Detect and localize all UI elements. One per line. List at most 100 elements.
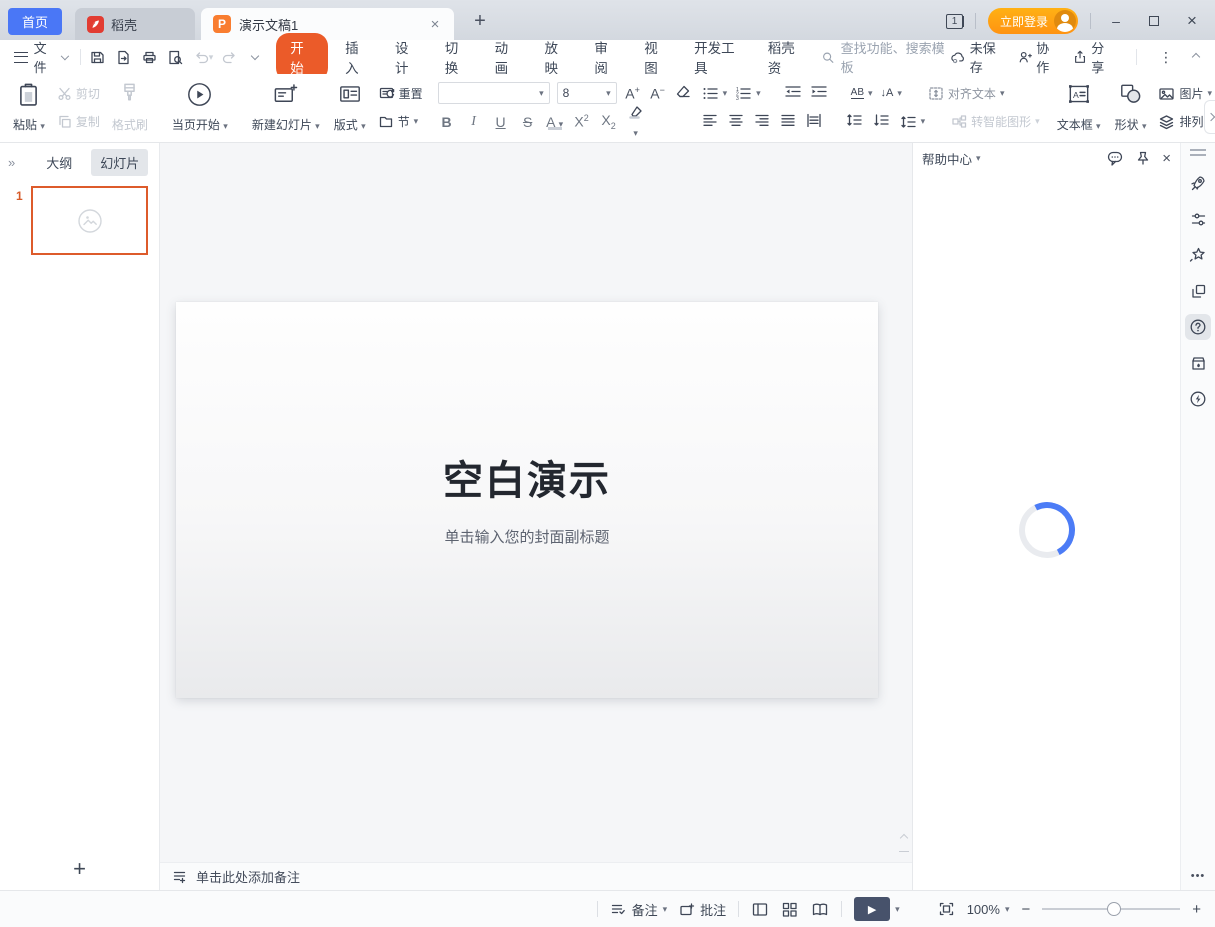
decrease-indent-button[interactable] (784, 84, 802, 102)
align-left-button[interactable] (702, 113, 718, 130)
tab-transition[interactable]: 切换 (432, 37, 482, 77)
layout-button[interactable]: 版式 ▾ (327, 77, 373, 138)
paste-button[interactable]: 粘贴 ▾ (6, 77, 52, 138)
bullet-list-button[interactable]: ▾ (702, 80, 728, 106)
redo-button[interactable] (222, 49, 238, 65)
tab-view[interactable]: 视图 (631, 37, 681, 77)
save-status[interactable]: 未保存 (950, 38, 1004, 76)
document-tab-close-icon[interactable]: × (426, 16, 444, 33)
more-tools-button[interactable]: ••• (1191, 870, 1206, 882)
text-direction-button[interactable]: AB ▾ (851, 80, 873, 106)
bold-button[interactable]: B (438, 114, 456, 130)
tab-developer[interactable]: 开发工具 (681, 37, 755, 77)
collapse-ribbon-button[interactable] (1188, 49, 1203, 65)
tab-design[interactable]: 设计 (382, 37, 432, 77)
more-menu-button[interactable]: ⋮ (1159, 49, 1174, 66)
quick-tools-button[interactable] (1185, 386, 1211, 412)
share-button[interactable]: 分享 (1073, 38, 1114, 76)
slideshow-button[interactable]: ▶ ▾ (854, 897, 900, 921)
align-center-button[interactable] (728, 113, 744, 130)
tab-slideshow[interactable]: 放映 (532, 37, 582, 77)
font-size-combo[interactable]: 8▾ (557, 82, 617, 104)
superscript-button[interactable]: X2 (573, 113, 591, 130)
special-features-button[interactable] (1185, 242, 1211, 268)
notes-toggle-button[interactable]: 备注 ▾ (610, 900, 668, 919)
decrease-font-button[interactable]: A− (649, 85, 667, 102)
login-button[interactable]: 立即登录 (988, 8, 1078, 34)
align-text-button[interactable]: 对齐文本 ▾ (928, 80, 1005, 106)
cut-button[interactable]: 剪切 (52, 80, 105, 106)
tab-slides[interactable]: 幻灯片 (91, 149, 148, 176)
slide[interactable]: 空白演示 单击输入您的封面副标题 (176, 302, 878, 698)
search-field[interactable]: 查找功能、搜索模板 (821, 38, 950, 76)
customize-toolbar-button[interactable] (247, 53, 262, 61)
docer-tab[interactable]: 稻壳 (75, 8, 195, 40)
subscript-button[interactable]: X2 (600, 112, 618, 131)
shapes-button[interactable]: 形状 ▾ (1108, 77, 1154, 138)
slide-subtitle-placeholder[interactable]: 单击输入您的封面副标题 (444, 526, 609, 547)
line-spacing-button[interactable]: ▾ (900, 109, 926, 135)
tab-outline[interactable]: 大纲 (37, 149, 81, 176)
normal-view-button[interactable] (751, 901, 769, 918)
tab-review[interactable]: 审阅 (581, 37, 631, 77)
file-menu[interactable]: 文件 (8, 38, 72, 76)
help-panel-title[interactable]: 帮助中心 (922, 149, 972, 168)
maximize-button[interactable] (1141, 8, 1167, 34)
skill-store-button[interactable] (1185, 350, 1211, 376)
collaborate-button[interactable]: 协作 (1018, 38, 1059, 76)
drag-handle[interactable] (1190, 149, 1206, 156)
increase-indent-button[interactable] (810, 84, 828, 102)
underline-button[interactable]: U (492, 114, 510, 130)
expand-panel-button[interactable]: » (8, 155, 15, 170)
zoom-level-button[interactable]: 100% ▾ (967, 902, 1010, 917)
convert-smart-graphic-button[interactable]: 转智能图形 ▾ (951, 109, 1040, 135)
home-tab[interactable]: 首页 (8, 8, 62, 35)
decrease-paragraph-spacing-button[interactable] (873, 113, 890, 130)
clear-format-button[interactable] (674, 84, 692, 102)
strikethrough-button[interactable]: S (519, 114, 537, 130)
copy-button[interactable]: 复制 (52, 109, 105, 135)
close-button[interactable]: × (1179, 8, 1205, 34)
ribbon-expand-button[interactable] (1204, 100, 1215, 134)
align-right-button[interactable] (754, 113, 770, 130)
close-panel-icon[interactable]: × (1162, 150, 1171, 167)
font-color-button[interactable]: A ▾ (546, 114, 564, 130)
increase-font-button[interactable]: A+ (624, 85, 642, 102)
notes-bar[interactable]: 单击此处添加备注 (160, 862, 912, 890)
increase-paragraph-spacing-button[interactable] (846, 113, 863, 130)
print-button[interactable] (141, 49, 158, 66)
tab-animation[interactable]: 动画 (482, 37, 532, 77)
comments-button[interactable]: 批注 (679, 900, 726, 919)
feedback-chat-icon[interactable] (1106, 150, 1124, 167)
section-button[interactable]: 节 ▾ (373, 109, 428, 135)
switch-window-button[interactable] (1185, 278, 1211, 304)
slide-canvas[interactable]: 空白演示 单击输入您的封面副标题 单击此处添加备注 (160, 143, 912, 890)
format-painter-button[interactable]: 格式刷 (105, 77, 155, 138)
pin-panel-icon[interactable] (1135, 150, 1151, 166)
previous-slide-button[interactable] (900, 834, 908, 842)
highlight-button[interactable]: ▾ (627, 105, 645, 139)
window-manager-badge[interactable]: 1 (946, 14, 963, 29)
text-box-button[interactable]: A 文本框 ▾ (1050, 77, 1108, 138)
slide-sorter-button[interactable] (781, 901, 799, 918)
italic-button[interactable]: I (465, 114, 483, 130)
slide-thumbnail[interactable] (31, 186, 148, 255)
text-sort-button[interactable]: ↓A ▾ (881, 80, 902, 106)
zoom-slider-handle[interactable] (1107, 902, 1121, 916)
undo-button[interactable]: ▾ (193, 49, 214, 65)
zoom-in-button[interactable]: + (1192, 901, 1201, 918)
zoom-out-button[interactable]: − (1021, 901, 1030, 918)
fit-to-window-button[interactable] (938, 901, 955, 917)
new-slide-button[interactable]: 新建幻灯片 ▾ (245, 77, 327, 138)
save-button[interactable] (89, 49, 106, 66)
slide-title-placeholder[interactable]: 空白演示 (443, 448, 611, 506)
new-tab-button[interactable]: + (468, 10, 492, 33)
upgrade-rocket-button[interactable] (1185, 170, 1211, 196)
reading-view-button[interactable] (811, 901, 829, 918)
zoom-slider[interactable] (1042, 908, 1180, 910)
print-preview-button[interactable] (167, 49, 184, 66)
reset-button[interactable]: 重置 (373, 80, 428, 106)
add-slide-button[interactable]: + (73, 856, 86, 882)
help-button[interactable] (1185, 314, 1211, 340)
play-from-current-button[interactable]: 当页开始 ▾ (165, 77, 235, 138)
